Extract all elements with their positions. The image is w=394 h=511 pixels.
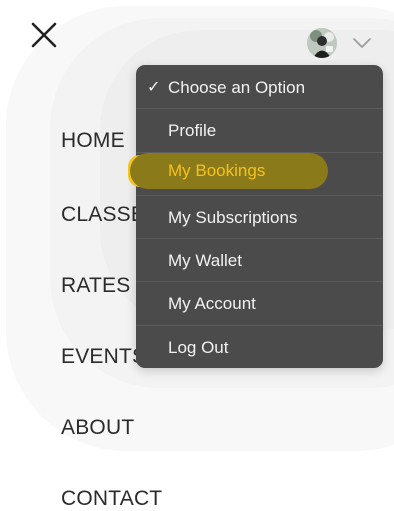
mobile-menu-screen: HOME CLASSES RATES EVENTS ABOUT CONTACT … [0,0,394,511]
dropdown-option-my-wallet[interactable]: My Wallet [136,239,383,283]
nav-item-events[interactable]: EVENTS [61,345,146,369]
dropdown-option-log-out[interactable]: Log Out [136,326,383,369]
close-menu-button[interactable] [30,21,58,49]
user-avatar[interactable] [307,28,337,58]
close-icon [31,22,57,48]
dropdown-option-label: Log Out [168,337,229,357]
checkmark-icon: ✓ [147,79,161,96]
nav-item-rates[interactable]: RATES [61,274,130,298]
dropdown-option-label: Choose an Option [168,78,306,97]
dropdown-option-my-account[interactable]: My Account [136,282,383,326]
dropdown-option-choose[interactable]: ✓ Choose an Option [136,66,383,110]
account-dropdown-menu: ✓ Choose an Option Profile My Bookings M… [136,65,383,368]
avatar-icon [307,28,337,58]
dropdown-option-my-subscriptions[interactable]: My Subscriptions [136,196,383,240]
dropdown-option-label: My Subscriptions [168,207,298,227]
dropdown-option-label: Profile [168,121,217,141]
dropdown-option-label: My Wallet [168,251,242,271]
account-dropdown-toggle[interactable] [352,36,372,50]
hover-highlight [130,153,328,189]
chevron-down-icon [353,38,371,48]
nav-item-about[interactable]: ABOUT [61,416,134,440]
dropdown-option-profile[interactable]: Profile [136,109,383,153]
dropdown-option-label: My Account [168,294,256,314]
nav-item-contact[interactable]: CONTACT [61,487,162,511]
nav-item-home[interactable]: HOME [61,129,125,153]
